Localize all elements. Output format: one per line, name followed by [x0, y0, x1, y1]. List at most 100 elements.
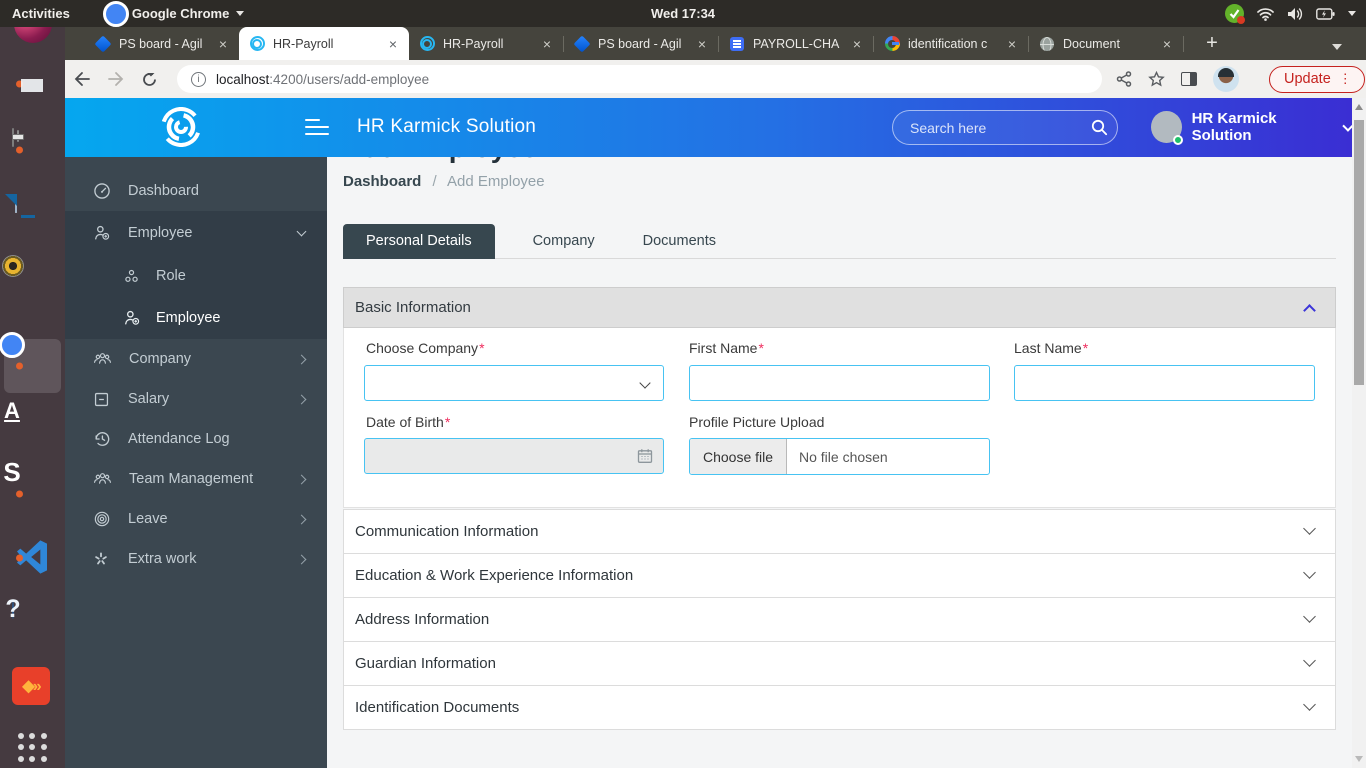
bookmark-star-icon[interactable] — [1148, 71, 1165, 87]
sidebar-item-employee-child[interactable]: Employee — [65, 297, 327, 339]
site-info-icon[interactable]: i — [191, 72, 206, 87]
help-icon — [12, 600, 14, 619]
dock-item-skype[interactable] — [12, 473, 54, 515]
side-panel-icon[interactable] — [1181, 72, 1197, 86]
app-menu[interactable]: Google Chrome — [108, 5, 245, 22]
profile-picture-file-input[interactable]: Choose file No file chosen — [689, 438, 990, 475]
notifier-icon[interactable] — [1225, 4, 1244, 23]
clock[interactable]: Wed 17:34 — [651, 6, 715, 21]
tab-close-icon[interactable]: × — [1004, 36, 1020, 52]
square-minus-icon — [92, 390, 112, 409]
sidebar-item-leave[interactable]: Leave — [65, 499, 327, 539]
app-sidebar: Dashboard Employee Role Employee — [65, 157, 327, 768]
new-tab-button[interactable]: + — [1200, 32, 1224, 55]
tab-personal-details[interactable]: Personal Details — [343, 224, 495, 259]
tab-close-icon[interactable]: × — [215, 36, 231, 52]
dock-item-vscode[interactable] — [12, 537, 54, 579]
activities-button[interactable]: Activities — [12, 6, 70, 21]
tab-close-icon[interactable]: × — [694, 36, 710, 52]
back-button[interactable] — [73, 71, 99, 87]
sidebar-item-role[interactable]: Role — [65, 255, 327, 297]
dob-label: Date of Birth* — [366, 414, 450, 430]
page-scrollbar[interactable] — [1352, 98, 1366, 768]
volume-icon[interactable] — [1287, 7, 1303, 21]
dock-item-red-diamond-app[interactable]: ◆» — [12, 665, 54, 707]
search-input[interactable] — [893, 120, 1091, 136]
form-tabs: Personal Details Company Documents — [343, 224, 1336, 259]
share-icon[interactable] — [1116, 71, 1132, 87]
tab-close-icon[interactable]: × — [1159, 36, 1175, 52]
sidebar-group-employee: Employee Role Employee — [65, 211, 327, 339]
update-button[interactable]: Update ⋮ — [1269, 66, 1365, 93]
browser-tab-active[interactable]: HR-Payroll × — [239, 27, 409, 60]
tab-search-caret-icon[interactable] — [1332, 44, 1342, 50]
reload-button[interactable] — [141, 71, 167, 88]
spark-icon — [92, 550, 112, 568]
sidebar-item-attendance-log[interactable]: Attendance Log — [65, 419, 327, 459]
jira-icon — [574, 36, 590, 52]
tab-close-icon[interactable]: × — [849, 36, 865, 52]
dob-input[interactable] — [364, 438, 664, 474]
chevron-right-icon — [297, 514, 307, 524]
section-identification-documents[interactable]: Identification Documents — [343, 685, 1336, 730]
section-basic-information[interactable]: Basic Information — [343, 287, 1336, 328]
scroll-down-arrow[interactable] — [1355, 756, 1363, 762]
browser-tab[interactable]: PS board - Agil × — [564, 27, 718, 60]
search-icon[interactable] — [1091, 119, 1108, 136]
sidebar-item-company[interactable]: Company — [65, 339, 327, 379]
scroll-up-arrow[interactable] — [1355, 104, 1363, 110]
user-plus-icon — [92, 223, 112, 243]
sidebar-item-employee[interactable]: Employee — [65, 211, 327, 255]
dock-item-chrome[interactable] — [12, 345, 54, 387]
sidebar-item-dashboard[interactable]: Dashboard — [65, 171, 327, 211]
app-title: HR Karmick Solution — [357, 116, 536, 138]
choose-file-button[interactable]: Choose file — [690, 439, 787, 474]
chevron-down-icon — [1303, 654, 1316, 667]
breadcrumb-dashboard[interactable]: Dashboard — [343, 173, 421, 190]
sidebar-item-extra-work[interactable]: Extra work — [65, 539, 327, 579]
browser-profile-avatar[interactable] — [1213, 66, 1239, 92]
tray-caret-icon[interactable] — [1348, 11, 1356, 16]
browser-tab[interactable]: HR-Payroll × — [409, 27, 563, 60]
tab-company[interactable]: Company — [509, 224, 619, 259]
first-name-input[interactable] — [689, 365, 990, 401]
browser-tab[interactable]: Document × — [1029, 27, 1183, 60]
browser-tab[interactable]: PAYROLL-CHA × — [719, 27, 873, 60]
tab-close-icon[interactable]: × — [385, 36, 401, 52]
forward-button[interactable] — [107, 71, 133, 87]
browser-tab[interactable]: PS board - Agil × — [85, 27, 239, 60]
tab-close-icon[interactable]: × — [539, 36, 555, 52]
dock-item-libreoffice-writer[interactable] — [12, 195, 54, 237]
section-education-work-experience[interactable]: Education & Work Experience Information — [343, 553, 1336, 598]
red-diamond-icon: ◆» — [12, 667, 50, 705]
sidebar-item-salary[interactable]: Salary — [65, 379, 327, 419]
battery-icon[interactable] — [1316, 8, 1335, 20]
doc-icon — [729, 36, 745, 52]
history-icon — [92, 429, 112, 449]
dock-item-ubuntu-software[interactable] — [12, 411, 54, 453]
dock-item-file-archive[interactable] — [12, 129, 54, 171]
wifi-icon[interactable] — [1257, 7, 1274, 21]
sidebar-item-team-management[interactable]: Team Management — [65, 459, 327, 499]
scrollbar-thumb[interactable] — [1354, 120, 1364, 385]
dock-item-rhythmbox[interactable] — [12, 257, 54, 299]
browser-tab[interactable]: identification c × — [874, 27, 1028, 60]
app-logo-icon — [161, 107, 201, 147]
choose-company-select[interactable] — [364, 365, 664, 401]
tab-documents[interactable]: Documents — [619, 224, 740, 259]
dock-item-app-grid[interactable] — [12, 727, 54, 768]
chevron-down-icon — [1303, 698, 1316, 711]
menu-kebab-icon[interactable]: ⋮ — [1339, 71, 1352, 87]
section-address-information[interactable]: Address Information — [343, 597, 1336, 642]
sidebar-toggle-button[interactable] — [305, 119, 329, 140]
section-guardian-information[interactable]: Guardian Information — [343, 641, 1336, 686]
header-search — [892, 110, 1118, 145]
dock-item-help[interactable] — [12, 601, 54, 643]
last-name-input[interactable] — [1014, 365, 1315, 401]
address-bar[interactable]: i localhost:4200/users/add-employee — [177, 65, 1102, 93]
user-menu[interactable]: HR Karmick Solution — [1151, 110, 1352, 144]
section-communication-information[interactable]: Communication Information — [343, 509, 1336, 554]
dock-item-thunderbird[interactable] — [12, 63, 54, 105]
chevron-down-icon — [1303, 610, 1316, 623]
hr-payroll-favicon — [249, 36, 265, 52]
